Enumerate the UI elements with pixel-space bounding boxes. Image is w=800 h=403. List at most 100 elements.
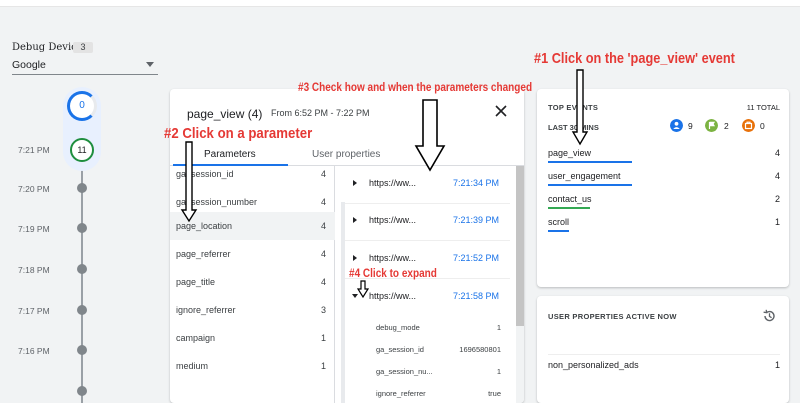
annotation-step-3: #3 Check how and when the parameters cha… [298, 82, 533, 94]
event-title: page_view (4) [187, 107, 263, 121]
detail-key: ga_session_nu... [376, 367, 433, 376]
value-row[interactable]: https://ww... 7:21:39 PM [345, 203, 510, 241]
detail-row: ignore_referrer true [345, 383, 510, 403]
timeline-dot[interactable] [77, 305, 87, 315]
values-scrollbar-thumb[interactable] [516, 166, 524, 326]
tab-user-properties[interactable]: User properties [312, 149, 380, 160]
parameter-row-selected[interactable]: page_location 4 [170, 212, 335, 240]
parameter-row[interactable]: campaign 1 [170, 324, 335, 352]
annotation-step-1: #1 Click on the 'page_view' event [534, 50, 735, 67]
timeline-time: 7:16 PM [18, 346, 50, 356]
parameter-list: ga_session_id 4 ga_session_number 4 page_l… [170, 166, 335, 403]
parameter-name: medium [176, 361, 209, 371]
timeline-time: 7:17 PM [18, 306, 50, 316]
detail-key: ignore_referrer [376, 389, 426, 398]
debug-device-count: 3 [73, 42, 93, 53]
close-icon[interactable] [494, 104, 508, 118]
value-row-expanded[interactable]: https://ww... 7:21:58 PM [345, 279, 510, 317]
event-row-contact-us[interactable]: contact_us 2 [548, 191, 780, 213]
timeline-dot[interactable] [77, 183, 87, 193]
annotation-step-2: #2 Click on a parameter [164, 125, 313, 142]
detail-key: ga_session_id [376, 345, 424, 354]
parameter-row[interactable]: page_referrer 4 [170, 240, 335, 268]
value-text: https://ww... [369, 291, 417, 301]
device-select[interactable]: Google [12, 58, 158, 75]
event-count: 2 [774, 194, 780, 204]
event-bar [548, 161, 632, 163]
tab-parameters[interactable]: Parameters [204, 149, 256, 160]
event-name: scroll [548, 217, 570, 227]
timeline-dot[interactable] [77, 223, 87, 233]
caret-down-icon [146, 62, 154, 67]
user-property-row[interactable]: non_personalized_ads 1 [548, 354, 780, 374]
user-count: 9 [688, 121, 693, 131]
time-window-label: LAST 30 MINS [548, 123, 599, 132]
parameter-count: 1 [320, 361, 326, 371]
value-timestamp[interactable]: 7:21:58 PM [453, 291, 499, 301]
value-row[interactable]: https://ww... 7:21:34 PM [345, 166, 510, 204]
minute-event-count[interactable]: 11 [70, 138, 94, 162]
top-events-total: 11 TOTAL [746, 103, 780, 112]
event-row-page-view[interactable]: page_view 4 [548, 145, 780, 167]
user-property-count: 1 [774, 360, 780, 370]
top-events-card: TOP EVENTS 11 TOTAL LAST 30 MINS 9 2 0 p… [537, 89, 789, 287]
top-bar [0, 0, 800, 7]
history-icon[interactable] [762, 309, 776, 323]
event-row-scroll[interactable]: scroll 1 [548, 214, 780, 236]
detail-value: true [488, 389, 501, 398]
value-text: https://ww... [369, 253, 417, 263]
conversion-count: 0 [760, 121, 765, 131]
event-name: page_view [548, 148, 592, 158]
parameter-row[interactable]: ga_session_id 4 [170, 160, 335, 188]
parameter-count: 4 [320, 249, 326, 259]
parameter-name: ignore_referrer [176, 305, 236, 315]
top-events-heading: TOP EVENTS [548, 103, 599, 112]
flag-count: 2 [724, 121, 729, 131]
detail-row: debug_mode 1 [345, 317, 510, 339]
parameter-count: 4 [320, 277, 326, 287]
parameter-name: ga_session_number [176, 197, 258, 207]
parameter-name: page_referrer [176, 249, 231, 259]
event-count: 1 [774, 217, 780, 227]
timeline-time-current: 7:21 PM [18, 145, 50, 155]
parameter-count: 4 [320, 169, 326, 179]
value-timestamp[interactable]: 7:21:34 PM [453, 178, 499, 188]
parameter-row[interactable]: page_title 4 [170, 268, 335, 296]
timeline-dot[interactable] [77, 345, 87, 355]
value-timestamp[interactable]: 7:21:39 PM [453, 215, 499, 225]
value-timestamp[interactable]: 7:21:52 PM [453, 253, 499, 263]
parameter-row[interactable]: medium 1 [170, 352, 335, 380]
event-bar [548, 184, 632, 186]
parameter-name: campaign [176, 333, 216, 343]
parameter-name: ga_session_id [176, 169, 234, 179]
timeline-time: 7:20 PM [18, 184, 50, 194]
person-icon [670, 119, 683, 132]
event-count: 4 [774, 148, 780, 158]
detail-row: ga_session_nu... 1 [345, 361, 510, 383]
parameter-name: page_title [176, 277, 216, 287]
value-text: https://ww... [369, 215, 417, 225]
conversion-icon [742, 119, 755, 132]
detail-key: debug_mode [376, 323, 420, 332]
parameter-row[interactable]: ignore_referrer 3 [170, 296, 335, 324]
parameter-count: 4 [320, 221, 326, 231]
collapse-icon[interactable] [352, 294, 358, 298]
event-name: contact_us [548, 194, 592, 204]
expand-icon[interactable] [353, 180, 357, 186]
detail-row: ga_session_id 1696580801 [345, 339, 510, 361]
timeline-dot[interactable] [77, 264, 87, 274]
annotation-step-4: #4 Click to expand [349, 268, 437, 280]
detail-value: 1 [496, 367, 501, 376]
user-property-name: non_personalized_ads [548, 360, 639, 370]
detail-value: 1 [496, 323, 501, 332]
expand-icon[interactable] [353, 217, 357, 223]
event-bar [548, 207, 590, 209]
user-properties-heading: USER PROPERTIES ACTIVE NOW [548, 312, 677, 321]
detail-value: 1696580801 [459, 345, 501, 354]
event-row-user-engagement[interactable]: user_engagement 4 [548, 168, 780, 190]
expand-icon[interactable] [353, 255, 357, 261]
seconds-stream-count[interactable]: 0 [67, 91, 97, 121]
parameter-count: 3 [320, 305, 326, 315]
timeline-dot[interactable] [77, 386, 87, 396]
parameter-count: 1 [320, 333, 326, 343]
